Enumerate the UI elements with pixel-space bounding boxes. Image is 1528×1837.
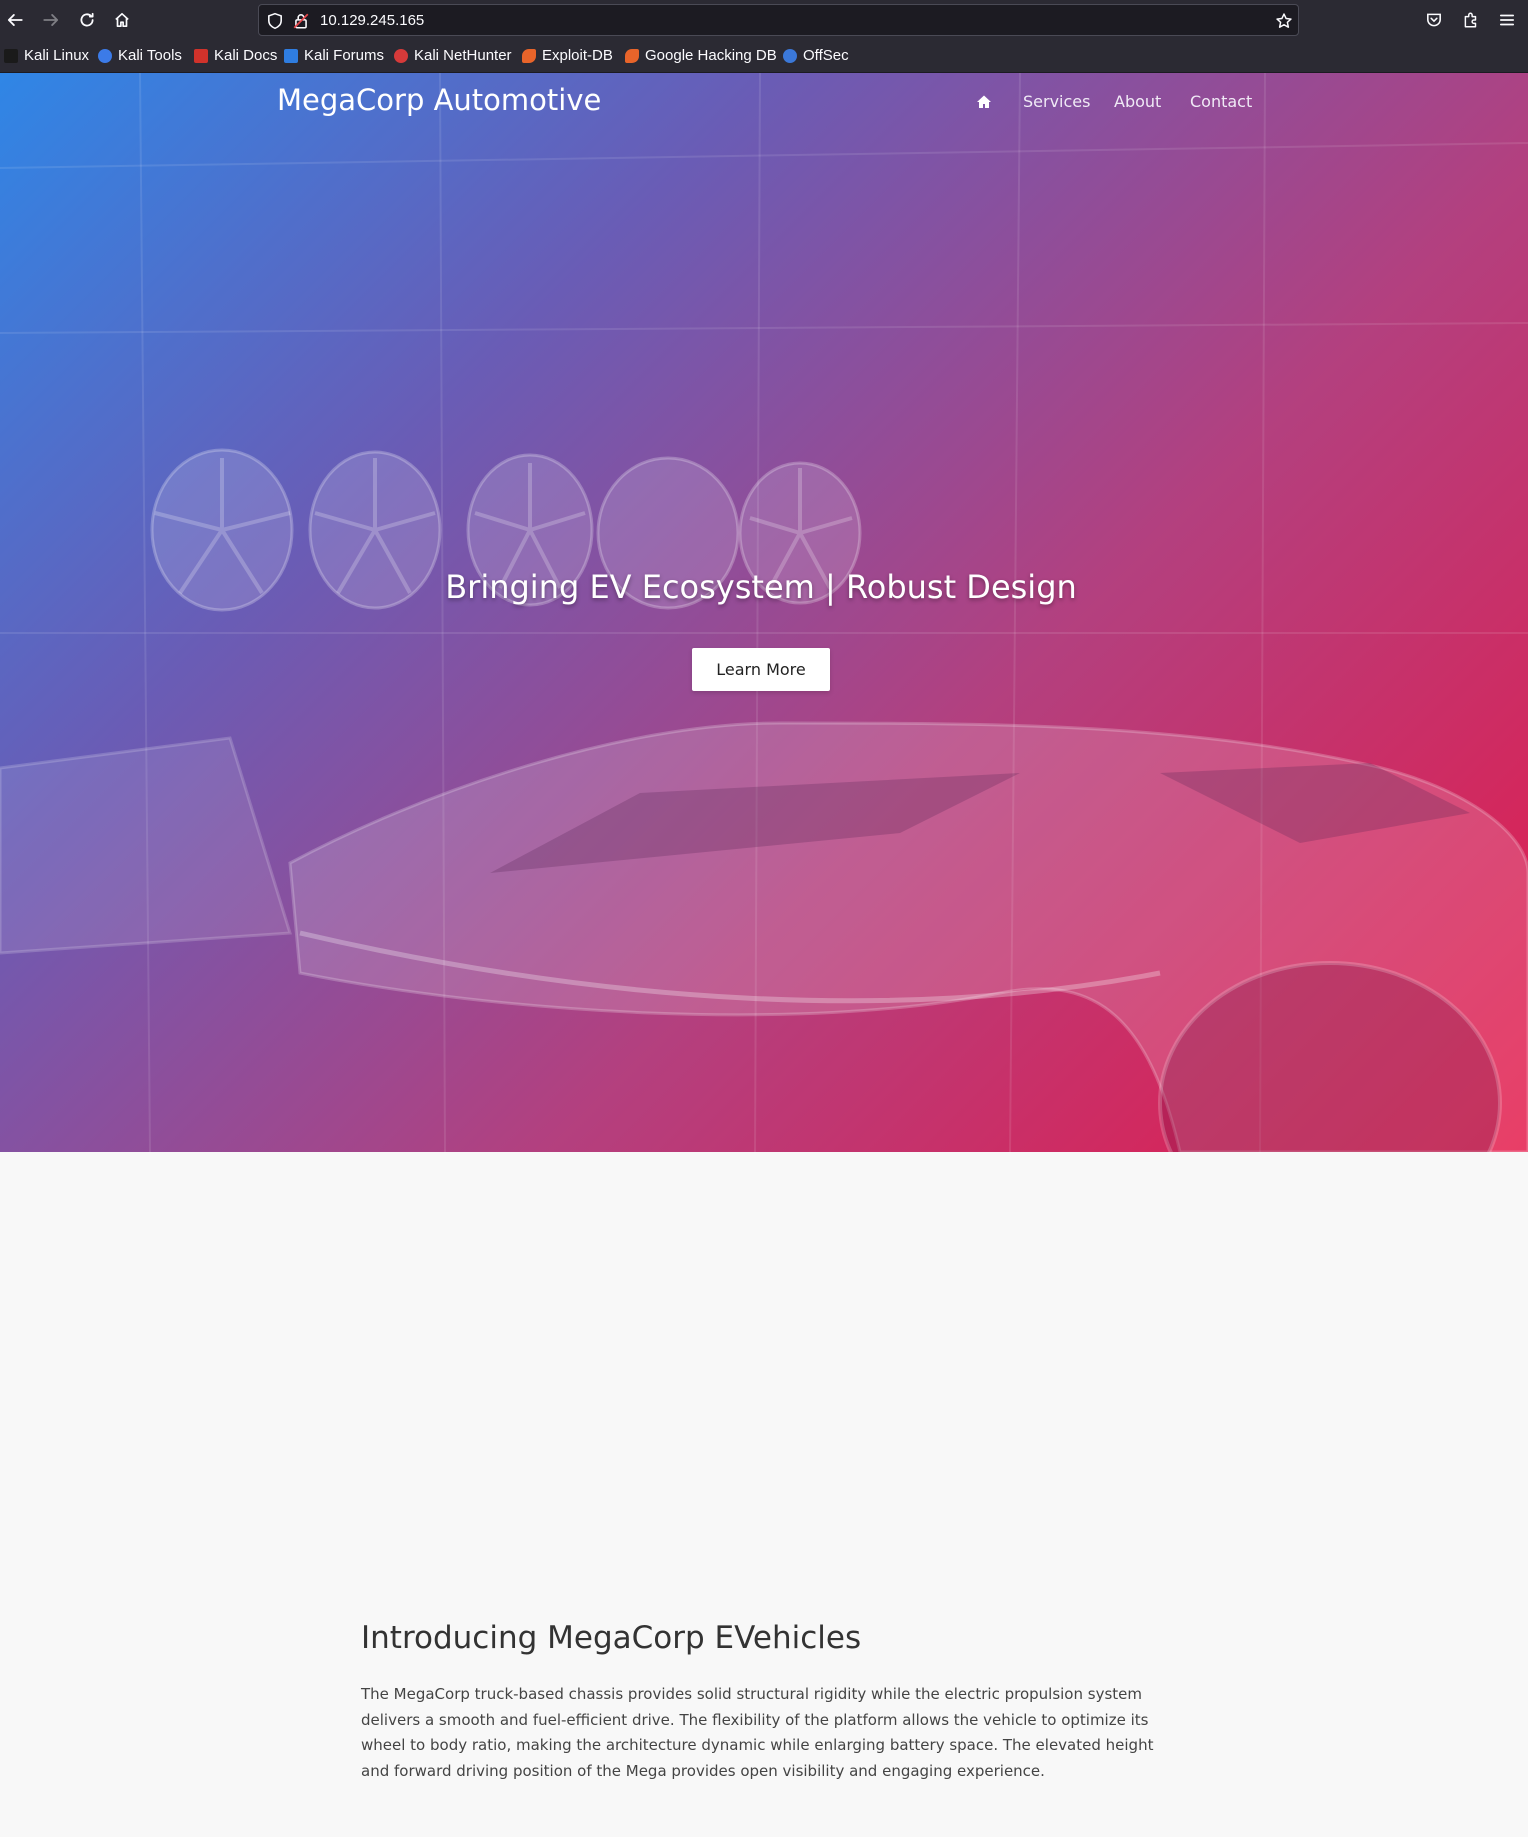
bookmark-label: Exploit-DB <box>542 47 613 64</box>
bookmark-kali-tools[interactable]: Kali Tools <box>98 47 182 64</box>
home-icon[interactable] <box>976 94 992 110</box>
reload-icon <box>80 12 94 27</box>
insecure-lock-icon[interactable] <box>292 12 310 30</box>
site-brand[interactable]: MegaCorp Automotive <box>277 83 601 117</box>
hero-background-image <box>0 73 1528 1152</box>
home-button[interactable] <box>110 8 134 32</box>
back-button[interactable] <box>3 8 27 32</box>
bookmark-offsec[interactable]: OffSec <box>783 47 849 64</box>
bookmarks-bar: Kali Linux Kali Tools Kali Docs Kali For… <box>0 40 1528 73</box>
hero-section: MegaCorp Automotive Services About Conta… <box>0 73 1528 1152</box>
kali-forums-favicon-icon <box>284 48 298 63</box>
bookmark-label: Kali Forums <box>304 47 385 64</box>
home-icon <box>115 12 129 28</box>
offsec-favicon-icon <box>783 48 797 63</box>
shield-icon[interactable] <box>266 12 284 30</box>
bookmark-label: Google Hacking DB <box>645 47 777 64</box>
bookmark-kali-docs[interactable]: Kali Docs <box>194 47 277 64</box>
kali-docs-favicon-icon <box>194 48 208 63</box>
bookmark-exploit-db[interactable]: Exploit-DB <box>522 47 613 64</box>
learn-more-button[interactable]: Learn More <box>692 648 830 691</box>
bookmark-star-icon[interactable] <box>1275 12 1293 30</box>
reload-button[interactable] <box>75 8 99 32</box>
bookmark-kali-linux[interactable]: Kali Linux <box>4 47 89 64</box>
bookmark-label: Kali Linux <box>24 47 90 64</box>
intro-heading: Introducing MegaCorp EVehicles <box>361 1620 862 1656</box>
back-arrow-icon <box>7 14 23 26</box>
hamburger-menu-icon <box>1499 14 1515 26</box>
bookmark-label: Kali Tools <box>118 47 182 64</box>
ghdb-favicon-icon <box>625 48 639 63</box>
kali-nethunter-favicon-icon <box>394 48 408 63</box>
nav-about-link[interactable]: About <box>1114 92 1161 111</box>
menu-button[interactable] <box>1495 8 1519 32</box>
forward-arrow-icon <box>43 14 59 26</box>
nav-contact-link[interactable]: Contact <box>1190 92 1252 111</box>
url-text[interactable]: 10.129.245.165 <box>320 12 424 29</box>
pocket-icon <box>1427 13 1441 27</box>
kali-linux-favicon-icon <box>4 48 18 63</box>
kali-tools-favicon-icon <box>98 48 112 63</box>
url-bar[interactable]: 10.129.245.165 <box>258 4 1299 36</box>
hero-title: Bringing EV Ecosystem | Robust Design <box>445 568 1077 606</box>
intro-paragraph: The MegaCorp truck-based chassis provide… <box>361 1685 1154 1780</box>
exploit-db-favicon-icon <box>522 48 536 63</box>
forward-button[interactable] <box>39 8 63 32</box>
bookmark-label: Kali Docs <box>214 47 278 64</box>
bookmark-kali-nethunter[interactable]: Kali NetHunter <box>394 47 512 64</box>
bookmark-label: OffSec <box>803 47 849 64</box>
browser-toolbar: 10.129.245.165 <box>0 0 1528 40</box>
puzzle-icon <box>1464 12 1477 28</box>
extensions-button[interactable] <box>1459 8 1483 32</box>
bookmark-kali-forums[interactable]: Kali Forums <box>284 47 384 64</box>
nav-services-link[interactable]: Services <box>1023 92 1090 111</box>
bookmark-google-hacking-db[interactable]: Google Hacking DB <box>625 47 777 64</box>
bookmark-label: Kali NetHunter <box>414 47 512 64</box>
pocket-button[interactable] <box>1422 8 1446 32</box>
